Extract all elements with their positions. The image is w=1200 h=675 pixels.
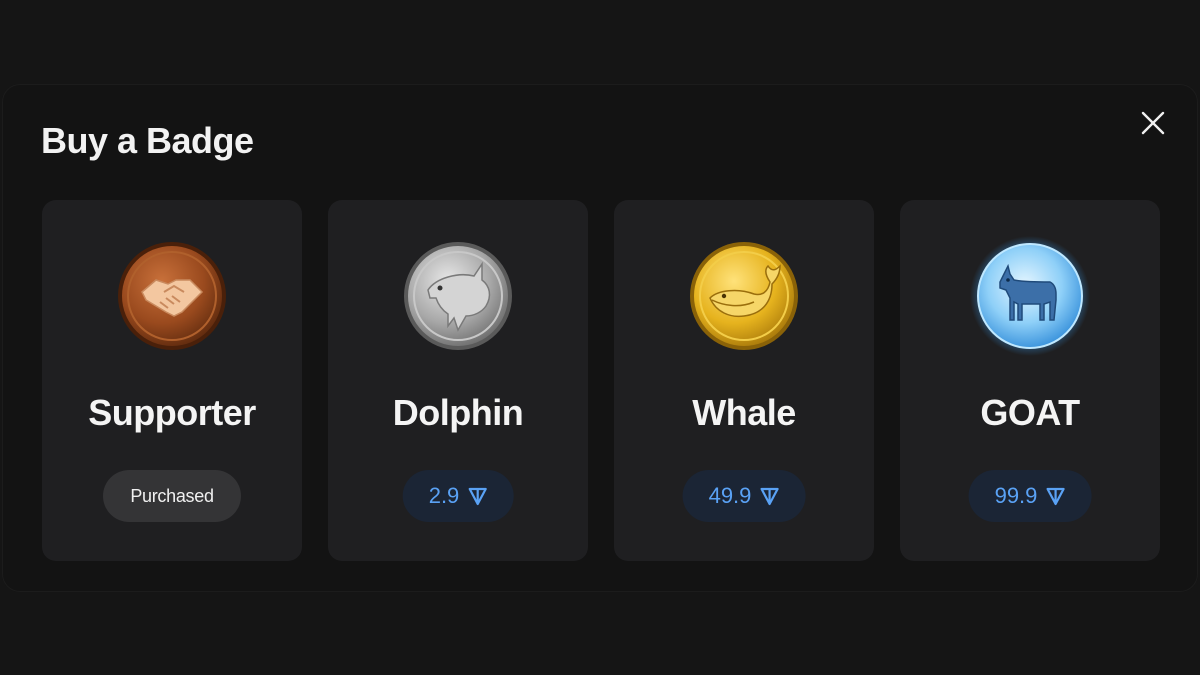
- badge-card-whale[interactable]: Whale 49.9: [614, 200, 874, 561]
- badge-card-dolphin[interactable]: Dolphin 2.9: [328, 200, 588, 561]
- badge-card-goat[interactable]: GOAT 99.9: [900, 200, 1160, 561]
- handshake-badge-icon: [118, 242, 226, 350]
- badge-name: GOAT: [980, 392, 1080, 433]
- close-button[interactable]: [1138, 108, 1168, 138]
- badge-list: Supporter Purchased Dolphin 2.9 Whale 49…: [42, 200, 1160, 561]
- buy-badge-modal: Buy a Badge Supporter Purchased Dolphin …: [2, 84, 1198, 592]
- price-value: 49.9: [708, 483, 752, 508]
- buy-price-button[interactable]: 99.9: [968, 470, 1092, 522]
- badge-name: Whale: [692, 392, 796, 433]
- price-value: 99.9: [994, 483, 1038, 508]
- badge-name: Supporter: [88, 392, 256, 433]
- dolphin-badge-icon: [404, 242, 512, 350]
- buy-price-button[interactable]: 49.9: [682, 470, 806, 522]
- ton-icon: [1046, 487, 1065, 506]
- ton-icon: [760, 487, 779, 506]
- page: Buy a Badge Supporter Purchased Dolphin …: [0, 0, 1200, 675]
- whale-badge-icon: [690, 242, 798, 350]
- buy-price-button[interactable]: 2.9: [402, 470, 514, 522]
- goat-badge-icon: [970, 236, 1090, 356]
- close-icon: [1141, 111, 1165, 135]
- modal-title: Buy a Badge: [41, 120, 254, 161]
- price-value: 2.9: [428, 483, 460, 508]
- purchased-status: Purchased: [103, 470, 241, 522]
- ton-icon: [468, 487, 487, 506]
- badge-name: Dolphin: [392, 392, 524, 433]
- badge-card-supporter[interactable]: Supporter Purchased: [42, 200, 302, 561]
